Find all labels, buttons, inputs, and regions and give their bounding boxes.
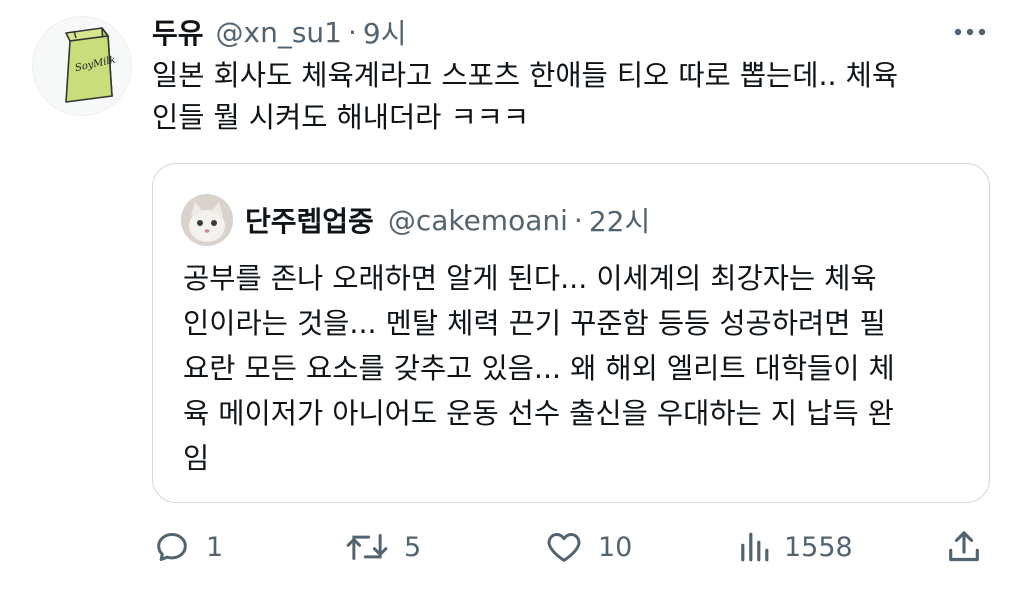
author-avatar[interactable]: SoyMilk [32, 16, 132, 116]
reply-button[interactable]: 1 [152, 522, 223, 572]
heart-icon [547, 533, 581, 562]
like-count: 10 [598, 531, 633, 563]
author-handle[interactable]: @xn_su1 [216, 16, 342, 49]
quote-author-avatar [181, 194, 233, 246]
retweet-count: 5 [404, 531, 422, 563]
cat-avatar-icon [181, 194, 233, 246]
share-button[interactable] [944, 522, 984, 572]
reply-count: 1 [206, 531, 224, 563]
quote-author-handle: @cakemoani [387, 203, 568, 237]
share-icon [949, 531, 979, 562]
views-chart-icon [741, 532, 769, 562]
quote-author-name: 단주렙업중 [245, 205, 374, 238]
tweet-text: 일본 회사도 체육계라고 스포츠 한애들 티오 따로 뽑는데.. 체육 인들 뭘… [152, 59, 899, 134]
views-button[interactable]: 1558 [738, 522, 853, 572]
author-name[interactable]: 두유 [152, 12, 204, 52]
tweet-time[interactable]: 9시 [363, 12, 407, 52]
quote-time: 22시 [588, 205, 651, 238]
retweet-button[interactable]: 5 [344, 522, 421, 572]
more-options-button[interactable] [946, 20, 994, 44]
views-count: 1558 [784, 531, 853, 563]
quote-tweet-card[interactable]: 단주렙업중 @cakemoani · 22시 공부를 존나 오래하면 알게 된다… [152, 163, 990, 503]
reply-icon [157, 533, 187, 561]
more-dots-icon [954, 28, 986, 36]
quote-meta-separator: · [573, 203, 583, 237]
meta-separator: · [348, 15, 357, 49]
tweet-header: 두유 @xn_su1 · 9시 [152, 12, 406, 52]
quote-text: 공부를 존나 오래하면 알게 된다... 이세계의 최강자는 체육 인이라는 것… [183, 262, 895, 475]
soymilk-carton-icon: SoyMilk [65, 27, 117, 103]
quote-header: 단주렙업중 @cakemoani · 22시 [245, 200, 650, 240]
tweet[interactable]: SoyMilk 두유 @xn_su1 · 9시 일본 회사도 체육계라고 스포츠… [0, 0, 1024, 590]
retweet-icon [346, 534, 388, 560]
like-button[interactable]: 10 [544, 522, 632, 572]
action-bar: 1 5 10 1558 [152, 522, 992, 572]
